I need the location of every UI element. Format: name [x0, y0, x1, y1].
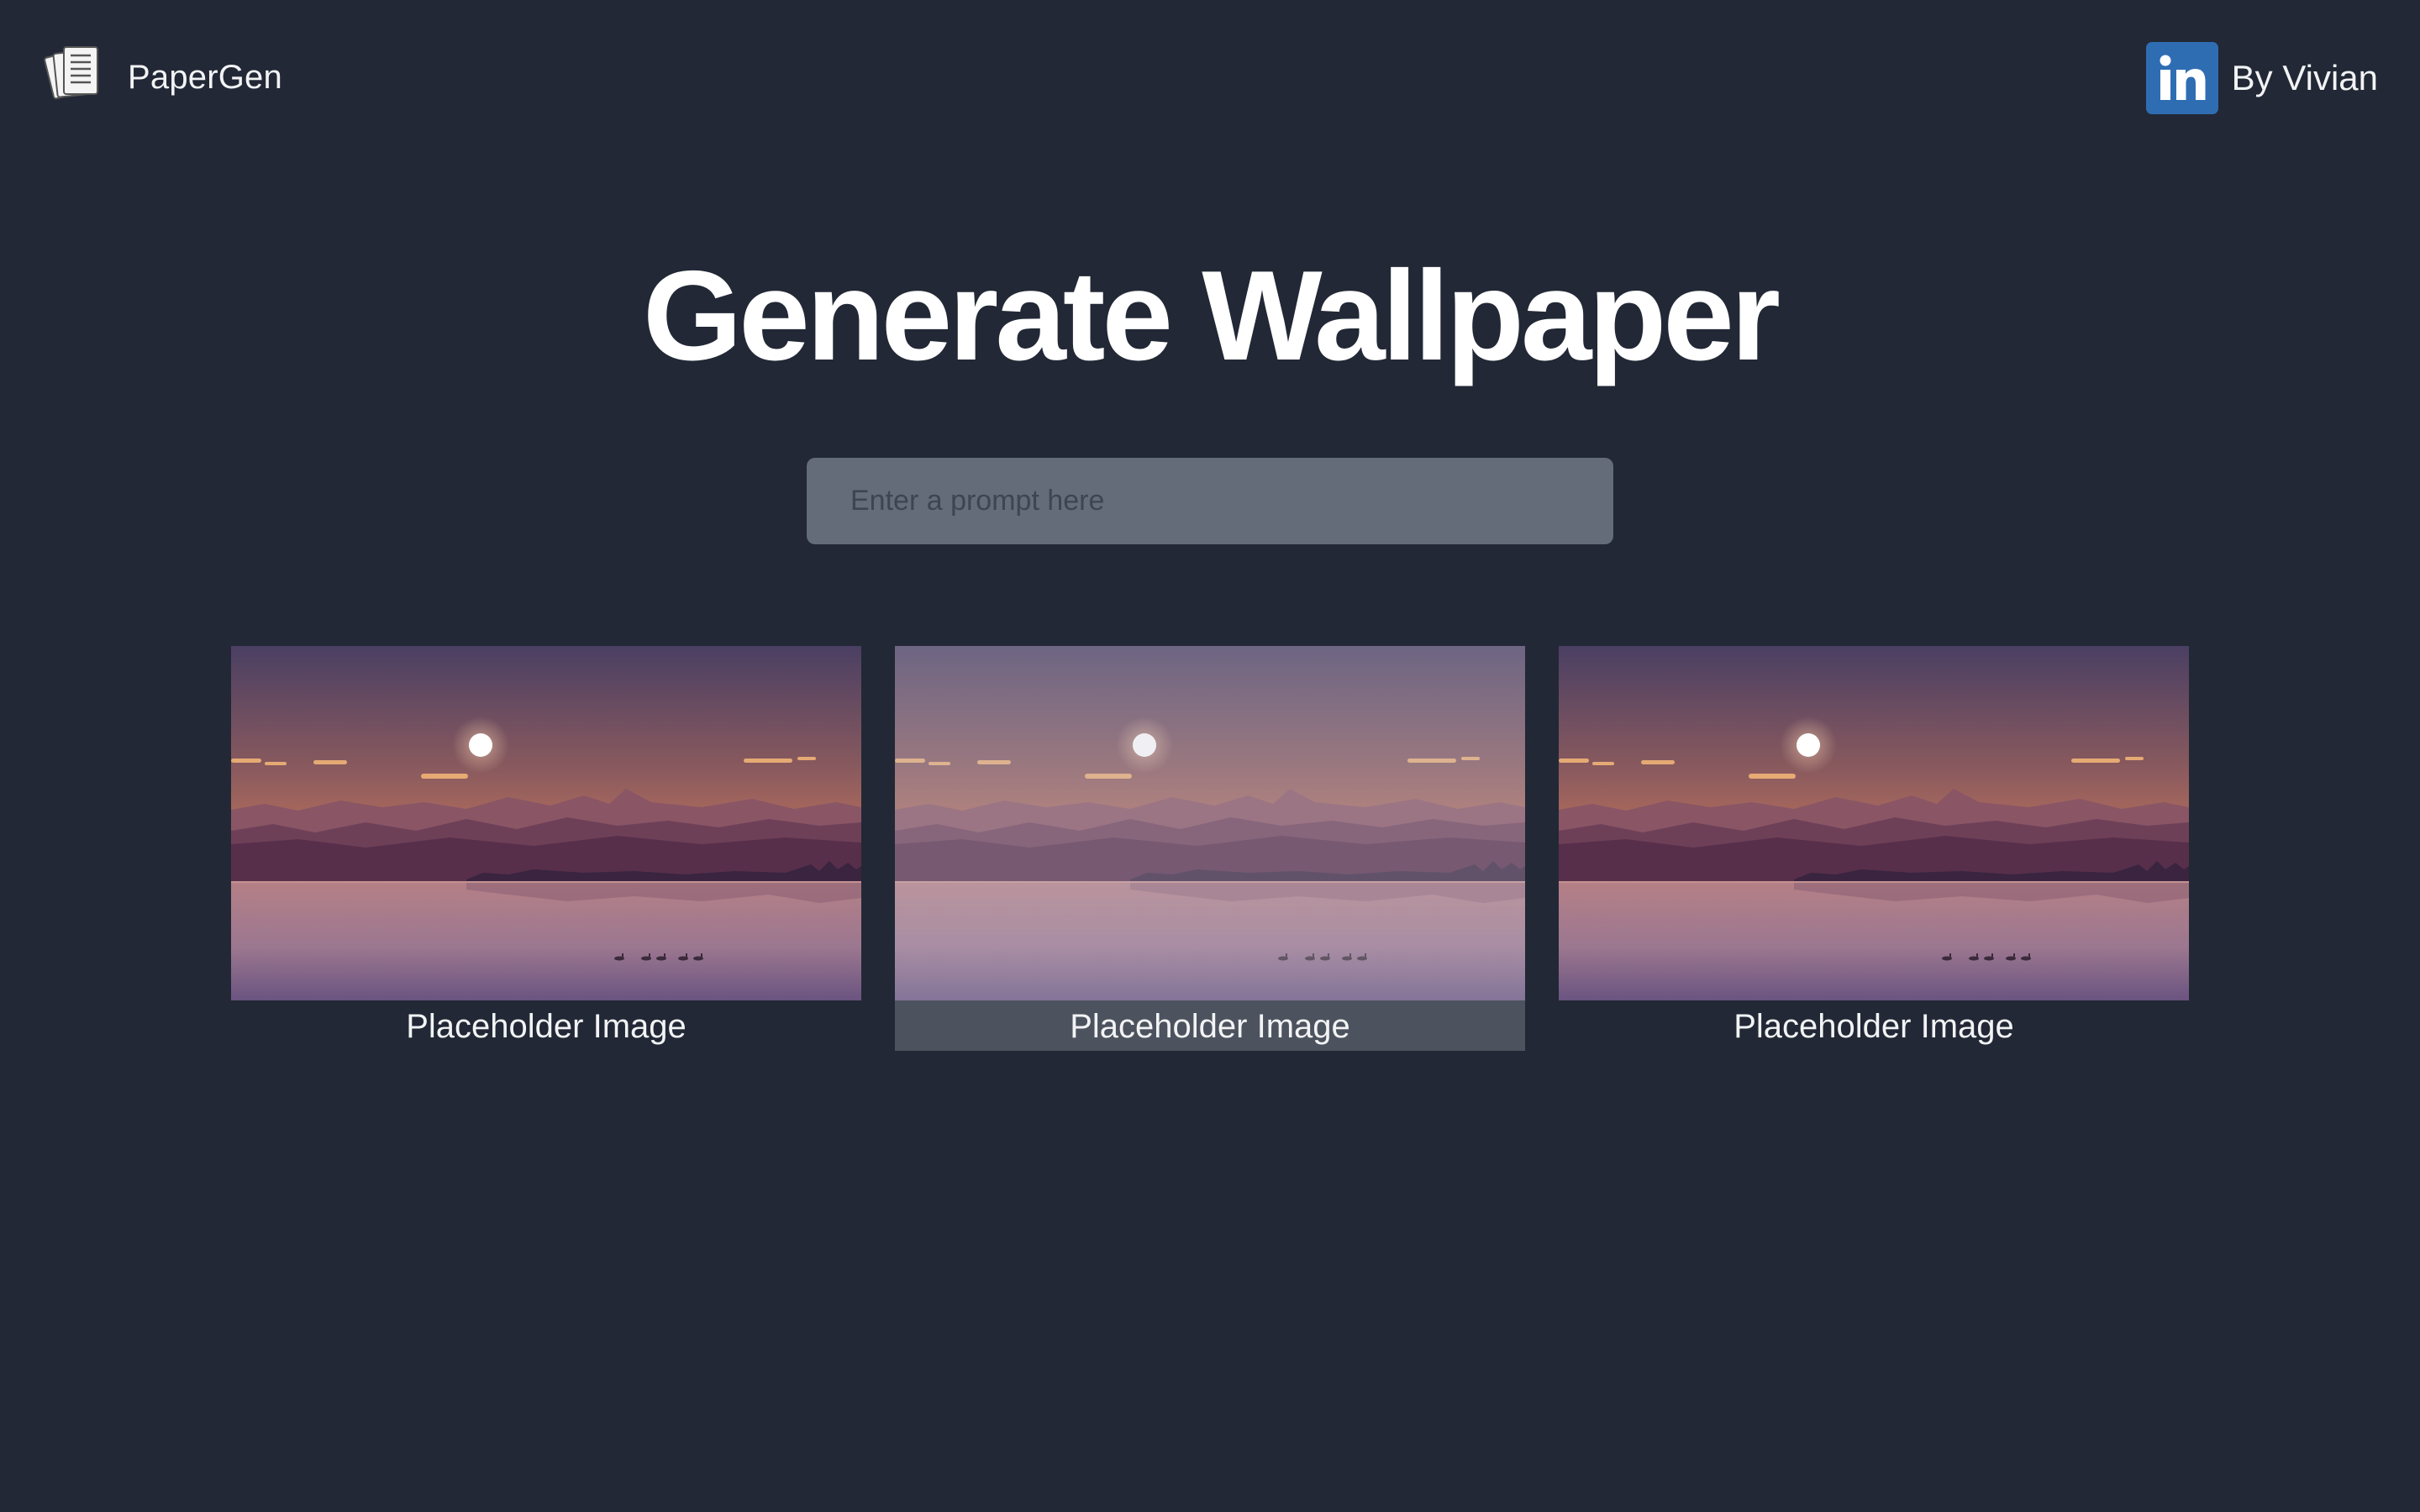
papers-stack-icon	[44, 46, 98, 100]
wallpaper-caption: Placeholder Image	[406, 1008, 687, 1045]
sunset-lake-wallpaper	[231, 646, 861, 1000]
hover-overlay	[895, 646, 1525, 1000]
sunset-lake-wallpaper	[1559, 646, 2189, 1000]
linkedin-glyph	[2160, 55, 2206, 100]
author-name: By Vivian	[2231, 58, 2378, 97]
wallpaper-gallery: Placeholder Image Placeholder Image Plac…	[231, 646, 2189, 1051]
page-title: Generate Wallpaper	[643, 244, 1781, 387]
author-link[interactable]: By Vivian	[2145, 42, 2378, 114]
linkedin-icon	[2145, 42, 2218, 114]
wallpaper-card-2[interactable]: Placeholder Image	[895, 646, 1525, 1051]
wallpaper-card-1[interactable]: Placeholder Image	[231, 646, 861, 1051]
wallpaper-caption: Placeholder Image	[1733, 1008, 2014, 1045]
prompt-input[interactable]	[807, 458, 1613, 544]
wallpaper-caption: Placeholder Image	[895, 1000, 1525, 1051]
wallpaper-card-3[interactable]: Placeholder Image	[1559, 646, 2189, 1051]
brand-name: PaperGen	[128, 58, 282, 96]
brand-link[interactable]: PaperGen	[44, 44, 282, 111]
